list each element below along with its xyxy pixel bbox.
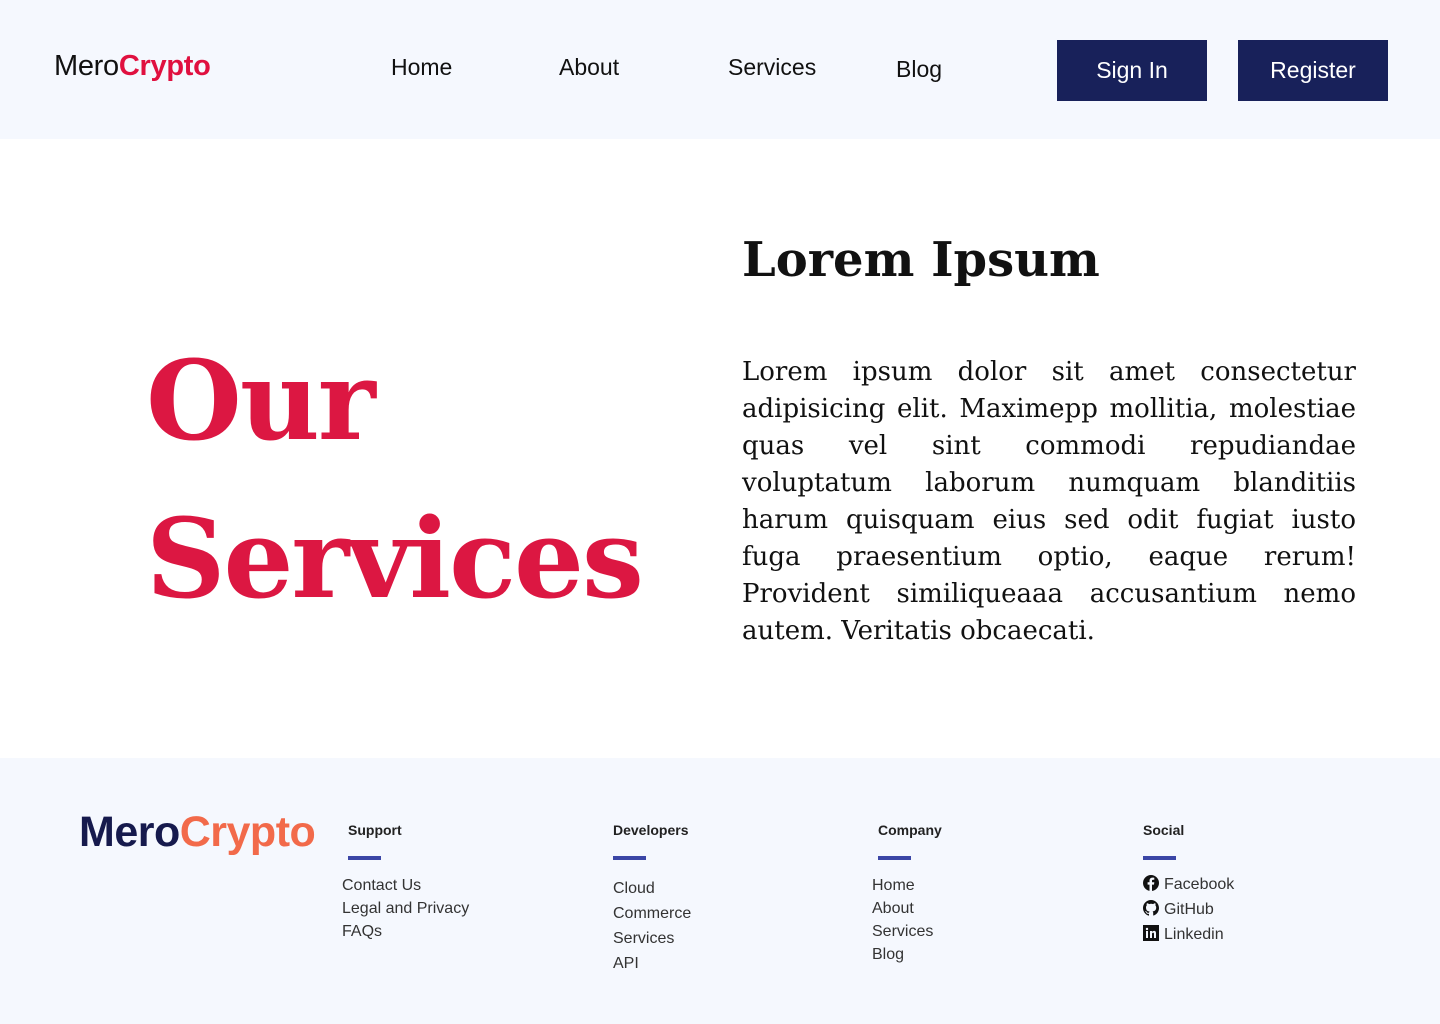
header-logo[interactable]: MeroCrypto	[54, 50, 211, 83]
footer-link-contact-us[interactable]: Contact Us	[342, 874, 469, 897]
nav-home[interactable]: Home	[391, 54, 452, 81]
footer-link-linkedin-label: Linkedin	[1164, 926, 1224, 943]
nav-about[interactable]: About	[559, 54, 619, 81]
footer-link-legal-privacy[interactable]: Legal and Privacy	[342, 897, 469, 920]
linkedin-icon	[1143, 925, 1159, 941]
footer-logo-part2: Crypto	[179, 808, 316, 856]
facebook-icon	[1143, 875, 1159, 891]
register-button[interactable]: Register	[1238, 40, 1388, 101]
hero-title: Our Services	[146, 322, 706, 638]
footer-link-services[interactable]: Services	[872, 920, 942, 943]
footer-logo-part1: Mero	[79, 808, 180, 856]
hero-title-line1: Our	[146, 336, 376, 465]
footer-link-github[interactable]: GitHub	[1143, 897, 1234, 922]
footer-link-api[interactable]: API	[613, 951, 691, 976]
footer-link-blog[interactable]: Blog	[872, 943, 942, 966]
github-icon	[1143, 900, 1159, 916]
footer-link-github-label: GitHub	[1164, 901, 1214, 918]
site-header: MeroCrypto Home About Services Blog Sign…	[0, 0, 1440, 139]
nav-blog[interactable]: Blog	[896, 56, 942, 83]
footer-heading-bar	[613, 856, 646, 860]
footer-link-facebook-label: Facebook	[1164, 876, 1235, 893]
footer-logo[interactable]: MeroCrypto	[79, 808, 316, 857]
section-heading: Lorem Ipsum	[742, 232, 1100, 288]
footer-list-company: Home About Services Blog	[872, 874, 942, 966]
footer-column-social: Social Facebook GitHub Linkedin	[1137, 822, 1234, 947]
footer-heading-social: Social	[1143, 822, 1185, 838]
footer-heading-bar	[878, 856, 911, 860]
footer-heading-bar	[1143, 856, 1176, 860]
footer-link-services[interactable]: Services	[613, 926, 691, 951]
header-logo-part2: Crypto	[118, 50, 211, 82]
site-footer: MeroCrypto Support Contact Us Legal and …	[0, 758, 1440, 1024]
footer-link-facebook[interactable]: Facebook	[1143, 872, 1234, 897]
footer-list-social: Facebook GitHub Linkedin	[1143, 872, 1234, 947]
footer-column-developers: Developers Cloud Commerce Services API	[607, 822, 691, 976]
footer-heading-bar	[348, 856, 381, 860]
footer-heading-developers: Developers	[613, 822, 689, 838]
footer-link-commerce[interactable]: Commerce	[613, 901, 691, 926]
section-body-text: Lorem ipsum dolor sit amet consectetur a…	[742, 357, 1356, 646]
footer-link-linkedin[interactable]: Linkedin	[1143, 922, 1234, 947]
footer-link-about[interactable]: About	[872, 897, 942, 920]
footer-link-home[interactable]: Home	[872, 874, 942, 897]
footer-column-company: Company Home About Services Blog	[872, 822, 942, 966]
footer-column-support: Support Contact Us Legal and Privacy FAQ…	[342, 822, 469, 943]
hero-title-line2: Services	[146, 494, 644, 623]
footer-link-cloud[interactable]: Cloud	[613, 876, 691, 901]
footer-list-developers: Cloud Commerce Services API	[613, 876, 691, 976]
footer-heading-support: Support	[348, 822, 402, 838]
footer-link-faqs[interactable]: FAQs	[342, 920, 469, 943]
header-logo-part1: Mero	[54, 50, 119, 82]
nav-services[interactable]: Services	[728, 54, 816, 81]
footer-list-support: Contact Us Legal and Privacy FAQs	[342, 874, 469, 943]
footer-heading-company: Company	[878, 822, 942, 838]
sign-in-button[interactable]: Sign In	[1057, 40, 1207, 101]
